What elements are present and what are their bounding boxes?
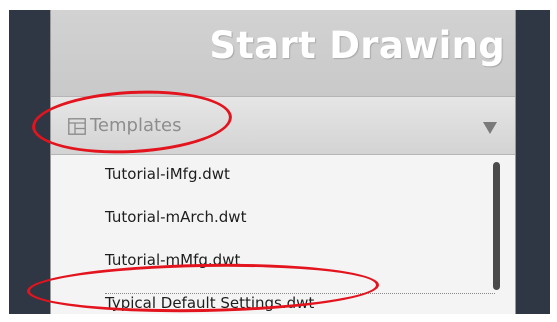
template-item-typical-default-settings[interactable]: Typical Default Settings.dwt: [105, 294, 314, 314]
template-icon: [68, 118, 86, 135]
title-bar: Start Drawing: [51, 10, 515, 96]
templates-section-header[interactable]: Templates: [51, 96, 515, 155]
templates-list: Tutorial-iMfg.dwt Tutorial-mArch.dwt Tut…: [51, 156, 515, 314]
collapse-arrow-icon[interactable]: [482, 121, 498, 135]
right-dark-margin: [516, 10, 550, 314]
templates-label: Templates: [90, 115, 182, 136]
scrollbar-thumb[interactable]: [493, 162, 500, 290]
template-item-tutorial-mmfg[interactable]: Tutorial-mMfg.dwt: [105, 251, 240, 275]
template-item-tutorial-imfg[interactable]: Tutorial-iMfg.dwt: [105, 165, 230, 189]
template-item-tutorial-march[interactable]: Tutorial-mArch.dwt: [105, 208, 246, 232]
list-separator: [105, 293, 495, 294]
screenshot-frame: Start Drawing Templates Tutorial-iMfg.dw…: [0, 0, 557, 322]
page-title: Start Drawing: [209, 24, 505, 67]
start-drawing-panel: Start Drawing Templates Tutorial-iMfg.dw…: [50, 10, 516, 314]
left-dark-margin: [9, 10, 50, 314]
